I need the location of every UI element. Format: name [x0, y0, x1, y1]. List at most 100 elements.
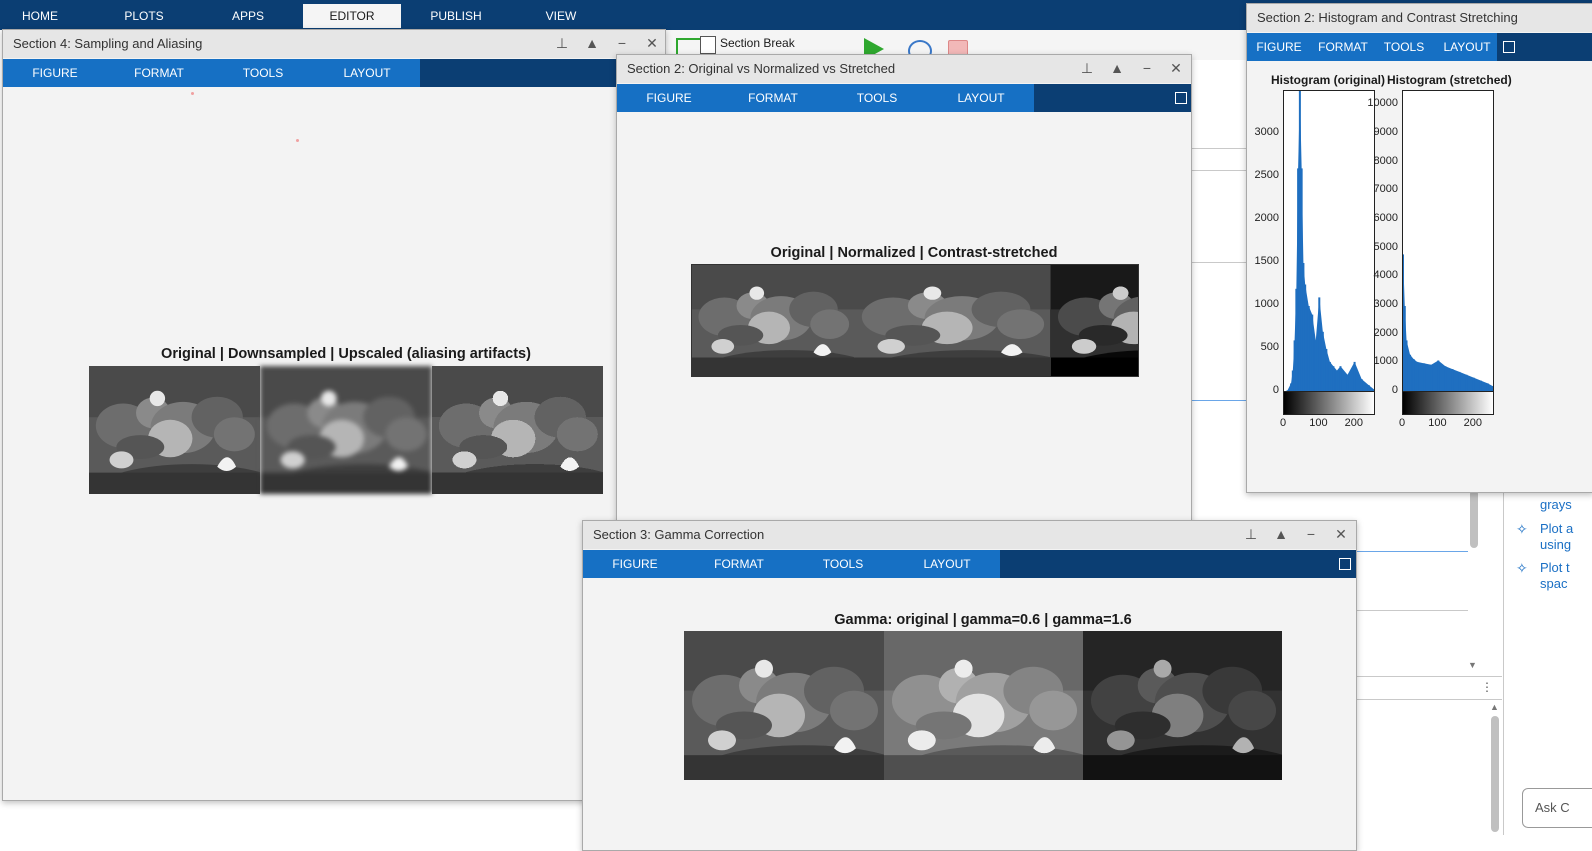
image-upscaled[interactable] [432, 366, 603, 494]
tab-figure[interactable]: FIGURE [1253, 33, 1305, 61]
image-original[interactable] [691, 264, 855, 377]
colorbar-original [1283, 391, 1375, 415]
tab-tools[interactable]: TOOLS [813, 550, 873, 578]
y-tick-label: 4000 [1373, 269, 1398, 282]
tab-tools[interactable]: TOOLS [847, 84, 907, 112]
tab-figure[interactable]: FIGURE [605, 550, 665, 578]
scroll-down-icon[interactable]: ▼ [1468, 660, 1477, 670]
editor-scrollbar[interactable] [1470, 490, 1478, 548]
image-downsampled[interactable] [260, 366, 432, 494]
image-gamma-1-6[interactable] [1083, 631, 1282, 780]
histogram-bar [1297, 168, 1300, 392]
tab-layout[interactable]: LAYOUT [337, 59, 397, 87]
tab-figure[interactable]: FIGURE [639, 84, 699, 112]
ask-copilot-input[interactable]: Ask C [1522, 788, 1592, 828]
y-tick-label: 8000 [1373, 154, 1398, 167]
y-tick-label: 0 [1391, 384, 1398, 396]
minimize-icon[interactable]: − [614, 35, 630, 51]
section-break-button[interactable]: Section Break [720, 36, 795, 50]
tab-layout[interactable]: LAYOUT [917, 550, 977, 578]
figure-window-sampling[interactable]: Section 4: Sampling and Aliasing ⊥ ▲ − ✕… [2, 29, 666, 801]
tab-tools[interactable]: TOOLS [233, 59, 293, 87]
tab-layout[interactable]: LAYOUT [951, 84, 1011, 112]
figure-titlebar[interactable]: Section 4: Sampling and Aliasing ⊥ ▲ − ✕ [3, 30, 665, 58]
colorbar-stretched [1402, 391, 1494, 415]
histogram-bar [1321, 331, 1324, 392]
pin-icon[interactable]: ⊥ [1243, 526, 1259, 543]
tab-publish[interactable]: PUBLISH [420, 4, 492, 28]
tab-format[interactable]: FORMAT [129, 59, 189, 87]
scroll-up-icon[interactable]: ▲ [1490, 702, 1499, 712]
sparkle-icon: ✧ [1516, 521, 1528, 537]
close-icon[interactable]: ✕ [1168, 60, 1184, 77]
command-window-scrollbar[interactable] [1491, 716, 1499, 832]
histogram-bar [1328, 361, 1331, 392]
maximize-icon[interactable]: ▲ [1109, 60, 1125, 76]
tab-editor[interactable]: EDITOR [303, 4, 401, 28]
figure-window-histogram[interactable]: Section 2: Histogram and Contrast Stretc… [1246, 3, 1592, 493]
tab-layout[interactable]: LAYOUT [1439, 33, 1495, 61]
figure-toolstrip-tabs: FIGURE FORMAT TOOLS LAYOUT [583, 550, 1356, 578]
x-tick-label: 200 [1344, 417, 1363, 429]
histogram-stretched-axes[interactable] [1402, 90, 1494, 393]
tab-apps[interactable]: APPS [218, 4, 278, 28]
figure-title: Section 3: Gamma Correction [593, 527, 765, 542]
image-gamma-original[interactable] [684, 631, 884, 780]
histogram-bar [1430, 364, 1433, 392]
tab-format[interactable]: FORMAT [709, 550, 769, 578]
histogram-bar [1300, 168, 1303, 392]
y-tick-label: 3000 [1254, 126, 1279, 138]
close-icon[interactable]: ✕ [644, 35, 660, 52]
figure-titlebar[interactable]: Section 3: Gamma Correction ⊥ ▲ − ✕ [583, 521, 1356, 549]
y-tick-label: 10000 [1367, 97, 1398, 110]
tab-home[interactable]: HOME [10, 4, 70, 28]
histogram-bar [1444, 366, 1447, 392]
undock-icon[interactable] [1339, 558, 1351, 570]
tab-view[interactable]: VIEW [530, 4, 592, 28]
histogram-bar [1353, 361, 1356, 392]
x-tick-label: 0 [1280, 417, 1287, 429]
x-tick-label: 200 [1463, 417, 1482, 429]
tab-figure[interactable]: FIGURE [25, 59, 85, 87]
tab-tools[interactable]: TOOLS [1379, 33, 1429, 61]
more-options-icon[interactable]: ⋮ [1481, 680, 1493, 694]
command-window-divider [1356, 699, 1502, 700]
undock-icon[interactable] [1503, 41, 1515, 53]
maximize-icon[interactable]: ▲ [584, 35, 600, 51]
histogram-bar [1346, 374, 1349, 392]
panel-divider [1503, 490, 1504, 835]
histogram-bar [1335, 370, 1338, 392]
histogram-bar [1409, 354, 1412, 392]
pin-icon[interactable]: ⊥ [554, 35, 570, 52]
histogram-original-axes[interactable] [1283, 90, 1375, 393]
histogram-bar [1307, 306, 1310, 392]
histogram-bar [1291, 370, 1294, 392]
histogram-bar [1403, 306, 1406, 392]
tab-format[interactable]: FORMAT [1315, 33, 1371, 61]
histogram-bar [1437, 360, 1440, 392]
undock-icon[interactable] [1175, 92, 1187, 104]
figure-window-gamma[interactable]: Section 3: Gamma Correction ⊥ ▲ − ✕ FIGU… [582, 520, 1357, 851]
figure-titlebar[interactable]: Section 2: Original vs Normalized vs Str… [617, 55, 1191, 83]
histogram-bar [1416, 361, 1419, 392]
tab-format[interactable]: FORMAT [743, 84, 803, 112]
close-icon[interactable]: ✕ [1333, 526, 1349, 543]
maximize-icon[interactable]: ▲ [1273, 526, 1289, 542]
tab-plots[interactable]: PLOTS [114, 4, 174, 28]
y-tick-label: 500 [1260, 341, 1279, 353]
histogram-bar [1332, 366, 1335, 392]
y-tick-label: 0 [1272, 384, 1279, 396]
minimize-icon[interactable]: − [1139, 60, 1155, 76]
histogram-bar [1451, 369, 1454, 392]
histogram-bar [1318, 297, 1321, 392]
histogram-bar [1423, 363, 1426, 392]
pin-icon[interactable]: ⊥ [1079, 60, 1095, 77]
figure-window-normalized[interactable]: Section 2: Original vs Normalized vs Str… [616, 54, 1192, 536]
image-normalized[interactable] [854, 264, 1050, 377]
minimize-icon[interactable]: − [1303, 526, 1319, 542]
image-stretched[interactable] [1050, 264, 1139, 377]
histogram-bar [1293, 340, 1296, 392]
image-gamma-0-6[interactable] [884, 631, 1083, 780]
image-original[interactable] [89, 366, 260, 494]
figure-titlebar[interactable]: Section 2: Histogram and Contrast Stretc… [1247, 4, 1592, 32]
